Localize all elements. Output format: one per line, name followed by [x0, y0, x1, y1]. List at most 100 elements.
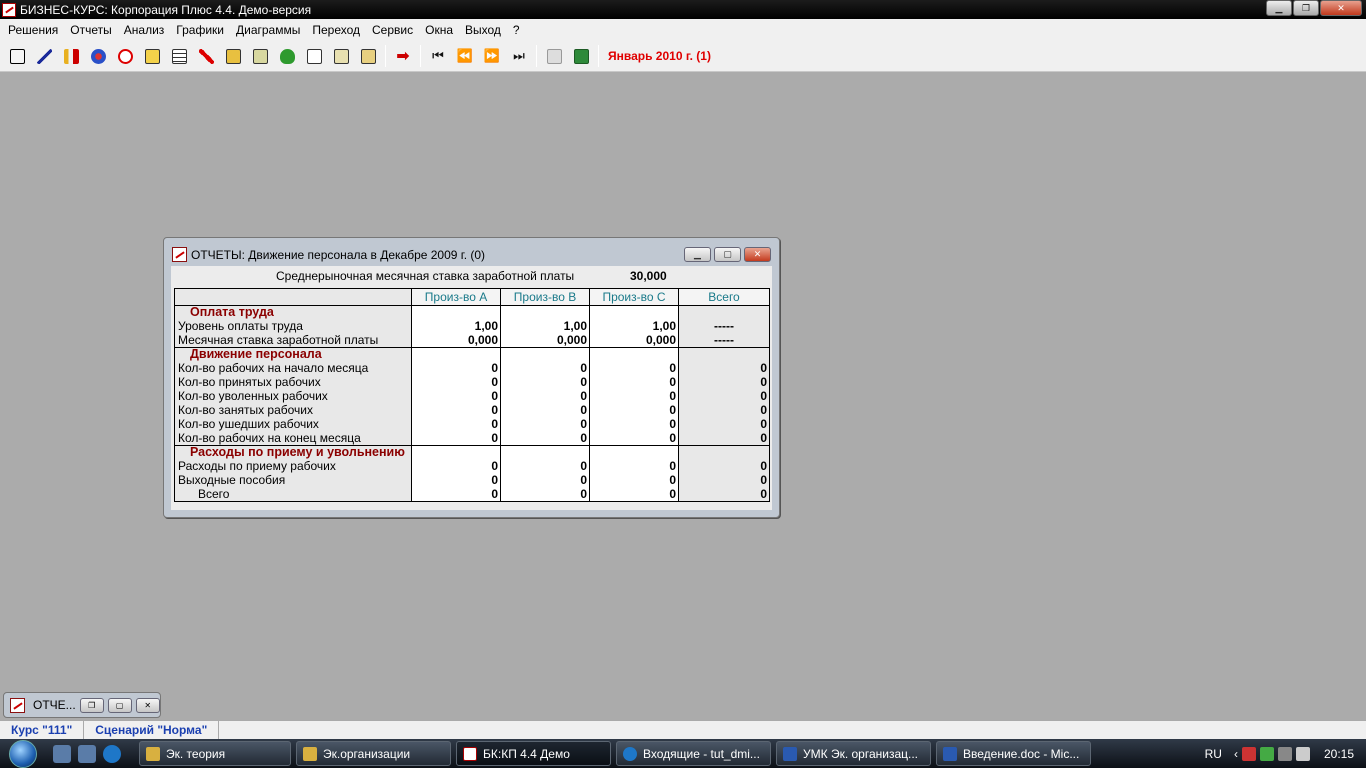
- value-cell: 0: [589, 459, 679, 474]
- report-maximize-button[interactable]: ▢: [714, 247, 741, 262]
- arrow-right-icon: ➡: [396, 48, 410, 65]
- taskbar-item-label: БК:КП 4.4 Демо: [483, 746, 570, 761]
- volume-icon[interactable]: [1295, 746, 1310, 761]
- list-tool-button[interactable]: [331, 46, 351, 66]
- book-tool-button[interactable]: [142, 46, 162, 66]
- table-row: Кол-во уволенных рабочих 0 0 0 0: [174, 389, 770, 404]
- menu-graphs[interactable]: Графики: [170, 23, 230, 37]
- finance-tool-button[interactable]: [61, 46, 81, 66]
- book-icon: [144, 48, 160, 64]
- go-tool-button[interactable]: ➡: [393, 46, 413, 66]
- taskbar-item[interactable]: УМК Эк. организац...: [776, 741, 931, 766]
- first-period-button[interactable]: ⏮: [428, 46, 448, 66]
- bank2-tool-button[interactable]: [250, 46, 270, 66]
- browser-icon: [623, 746, 637, 761]
- internet-explorer-icon[interactable]: [103, 744, 121, 763]
- export-tool-button[interactable]: [358, 46, 378, 66]
- warning-tool-button[interactable]: [115, 46, 135, 66]
- excel-button[interactable]: [571, 46, 591, 66]
- prev-period-button[interactable]: ⏪: [455, 46, 475, 66]
- value-cell: 0: [411, 473, 501, 488]
- menu-decisions[interactable]: Решения: [2, 23, 64, 37]
- warning-shape-icon: [117, 48, 133, 64]
- explorer-icon[interactable]: [78, 744, 96, 763]
- taskbar-item[interactable]: Эк.организации: [296, 741, 451, 766]
- table-row: Всего 0 0 0 0: [174, 487, 770, 502]
- total-cell: 0: [678, 487, 770, 502]
- decline-tool-button[interactable]: [196, 46, 216, 66]
- empty-cell: [678, 445, 770, 460]
- empty-cell: [589, 347, 679, 362]
- window-title: БИЗНЕС-КУРС: Корпорация Плюс 4.4. Демо-в…: [20, 2, 312, 17]
- show-desktop-icon[interactable]: [53, 744, 71, 763]
- menu-service[interactable]: Сервис: [366, 23, 419, 37]
- table-row: Кол-во ушедших рабочих 0 0 0 0: [174, 417, 770, 432]
- section-header-row: Расходы по приему и увольнению: [174, 445, 770, 460]
- bank-tool-button[interactable]: [223, 46, 243, 66]
- table-row: Месячная ставка заработной платы 0,000 0…: [174, 333, 770, 348]
- network-icon[interactable]: [1277, 746, 1292, 761]
- restore-button[interactable]: ❐: [1293, 0, 1319, 16]
- antivirus-icon[interactable]: [1241, 746, 1256, 761]
- total-cell: 0: [678, 473, 770, 488]
- row-label: Всего: [174, 487, 412, 502]
- empty-cell: [678, 347, 770, 362]
- table-header-row: Произ-во A Произ-во B Произ-во C Всего: [174, 288, 770, 306]
- taskbar: Эк. теория Эк.организации БК:КП 4.4 Демо…: [0, 739, 1366, 768]
- menu-navigate[interactable]: Переход: [306, 23, 366, 37]
- clock[interactable]: 20:15: [1324, 747, 1354, 761]
- empty-cell: [411, 347, 501, 362]
- app-logo-icon: [2, 2, 16, 17]
- taskbar-item[interactable]: Входящие - tut_dmi...: [616, 741, 771, 766]
- report-close-button[interactable]: ✕: [744, 247, 771, 262]
- empty-cell: [589, 445, 679, 460]
- decisions-tool-button[interactable]: [7, 46, 27, 66]
- report-tool-button[interactable]: [304, 46, 324, 66]
- table-row: Кол-во принятых рабочих 0 0 0 0: [174, 375, 770, 390]
- header-cell: Произ-во B: [500, 288, 590, 306]
- toolbar: ➡ ⏮ ⏪ ⏩ ⏭ Январь 2010 г. (1): [0, 41, 1366, 72]
- taskbar-item[interactable]: Эк. теория: [139, 741, 291, 766]
- skip-first-icon: ⏮: [432, 48, 444, 63]
- menu-windows[interactable]: Окна: [419, 23, 459, 37]
- taskbar-item[interactable]: БК:КП 4.4 Демо: [456, 741, 611, 766]
- table-icon: [171, 48, 187, 64]
- menu-exit[interactable]: Выход: [459, 23, 507, 37]
- download-icon[interactable]: [1259, 746, 1274, 761]
- section-header-row: Оплата труда: [174, 305, 770, 320]
- growth-tool-button[interactable]: [34, 46, 54, 66]
- report-icon: [306, 48, 322, 64]
- value-cell: 0,000: [500, 333, 590, 348]
- total-cell: -----: [678, 319, 770, 334]
- close-button[interactable]: ✕: [1320, 0, 1362, 16]
- total-cell: 0: [678, 403, 770, 418]
- report-minimize-button[interactable]: ▁: [684, 247, 711, 262]
- minimized-restore-button[interactable]: ❐: [79, 697, 104, 713]
- minimized-report-window[interactable]: ОТЧЕ... ❐ ▢ ✕: [3, 692, 161, 718]
- next-period-button[interactable]: ⏩: [482, 46, 502, 66]
- minimized-close-button[interactable]: ✕: [135, 697, 160, 713]
- value-cell: 0: [500, 389, 590, 404]
- minimize-button[interactable]: ▁: [1266, 0, 1292, 16]
- taskbar-item-label: Эк.организации: [323, 746, 411, 761]
- row-label: Уровень оплаты труда: [174, 319, 412, 334]
- people-tool-button[interactable]: [88, 46, 108, 66]
- language-indicator[interactable]: RU: [1205, 747, 1222, 761]
- taskbar-item[interactable]: Введение.doc - Mic...: [936, 741, 1091, 766]
- minimized-maximize-button[interactable]: ▢: [107, 697, 132, 713]
- rewind-icon: ⏪: [456, 48, 474, 63]
- menu-help[interactable]: ?: [507, 23, 526, 37]
- table-tool-button[interactable]: [169, 46, 189, 66]
- personnel-table: Произ-во A Произ-во B Произ-во C Всего О…: [174, 288, 770, 502]
- money-tool-button[interactable]: [277, 46, 297, 66]
- start-button[interactable]: [0, 739, 46, 768]
- menu-reports[interactable]: Отчеты: [64, 23, 117, 37]
- taskbar-item-label: Входящие - tut_dmi...: [643, 746, 760, 761]
- menu-analysis[interactable]: Анализ: [118, 23, 171, 37]
- tray-expand-icon[interactable]: ‹: [1234, 747, 1238, 761]
- menu-diagrams[interactable]: Диаграммы: [230, 23, 306, 37]
- last-period-button[interactable]: ⏭: [509, 46, 529, 66]
- print-button[interactable]: [544, 46, 564, 66]
- printer-icon: [546, 48, 562, 64]
- word-icon: [783, 746, 797, 761]
